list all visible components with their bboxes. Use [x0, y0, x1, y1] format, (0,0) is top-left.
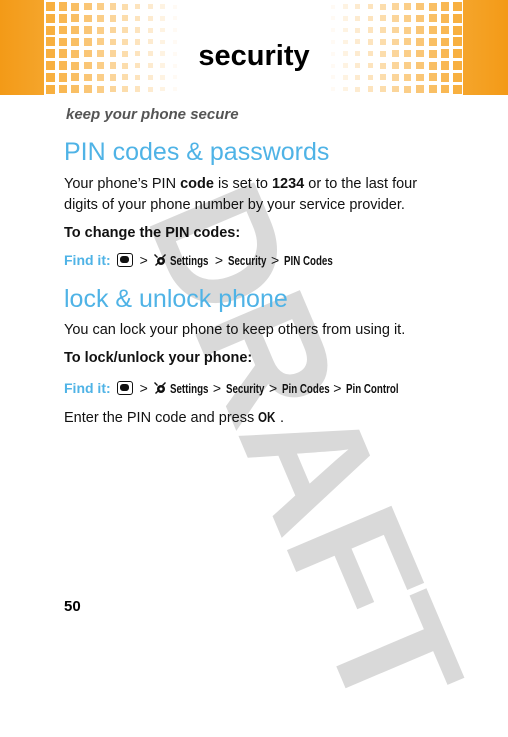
lock-unlock-subhead: To lock/unlock your phone:	[64, 350, 253, 366]
text: is set to	[213, 176, 272, 192]
default-pin-value: 1234	[271, 176, 305, 192]
path-item-pin-codes: Pin Codes	[282, 382, 330, 396]
path-item-pin-control: Pin Control	[346, 382, 399, 396]
settings-icon	[153, 254, 166, 266]
change-pin-subhead: To change the PIN codes:	[64, 225, 241, 241]
section-heading-pin-codes: PIN codes & passwords	[64, 138, 330, 166]
path-item-pin-codes: PIN Codes	[284, 254, 333, 268]
enter-pin-instruction: Enter the PIN code and press OK.	[64, 408, 284, 429]
find-it-label: Find it:	[64, 380, 111, 396]
settings-icon	[153, 382, 166, 394]
tagline: keep your phone secure	[66, 106, 239, 123]
path-item-security: Security	[228, 254, 267, 268]
path-separator: >	[269, 380, 278, 396]
path-separator: >	[212, 380, 222, 396]
pin-code-paragraph: Your phone’s PIN code is set to 1234 or …	[64, 174, 444, 216]
bold-term-code: code	[180, 176, 214, 192]
path-item-settings: Settings	[169, 382, 209, 396]
find-it-path-pin-codes: Find it: > Settings > Security > PIN Cod…	[64, 252, 333, 268]
section-heading-lock-unlock: lock & unlock phone	[64, 285, 288, 313]
path-separator: >	[333, 380, 342, 396]
path-separator: >	[271, 252, 280, 268]
path-item-settings: Settings	[169, 254, 209, 268]
path-separator: >	[214, 252, 224, 268]
page-number: 50	[64, 598, 81, 615]
path-separator: >	[139, 380, 148, 396]
path-item-security: Security	[226, 382, 265, 396]
find-it-path-pin-control: Find it: > Settings > Security > Pin Cod…	[64, 380, 402, 396]
menu-key-icon	[116, 253, 133, 267]
text: Enter the PIN code and press	[64, 410, 259, 426]
find-it-label: Find it:	[64, 252, 111, 268]
ok-key-label: OK	[258, 410, 276, 426]
path-separator: >	[139, 252, 148, 268]
menu-key-icon	[116, 381, 133, 395]
text: Your phone’s PIN	[64, 176, 181, 192]
lock-paragraph: You can lock your phone to keep others f…	[64, 322, 406, 338]
text: .	[280, 410, 285, 426]
